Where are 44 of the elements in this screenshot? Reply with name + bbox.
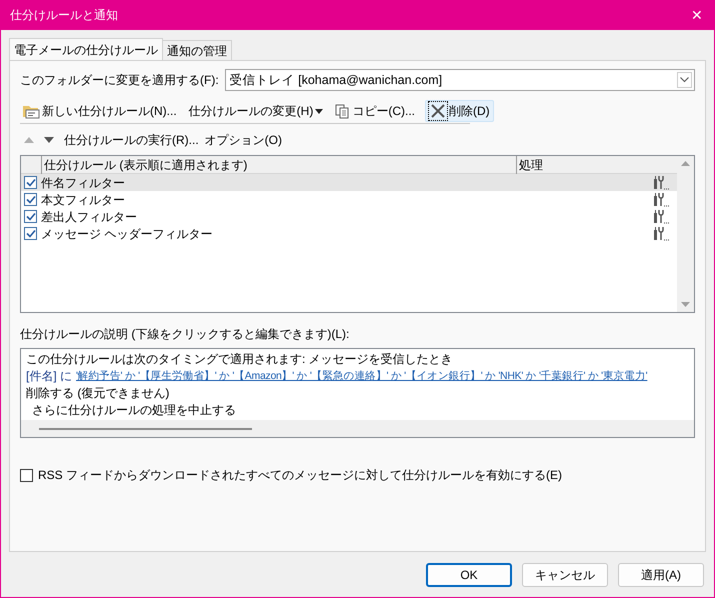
toolbar-button[interactable]: 仕分けルールの変更(H) xyxy=(186,100,326,122)
rule-name: メッセージ ヘッダーフィルター xyxy=(41,226,214,242)
section-label: 仕分けルールの説明 (下線をクリックすると編集できます)(L): xyxy=(20,326,350,343)
dropdown-value: 受信トレイ [kohama@wanichan.com] xyxy=(230,72,442,89)
rule-name: 本文フィルター xyxy=(41,192,126,208)
toolbar-button[interactable]: コピー(C)... xyxy=(333,100,418,122)
toolbar-button[interactable]: 新しい仕分けルール(N)... xyxy=(20,100,179,122)
checkbox[interactable] xyxy=(20,468,33,482)
horizontal-scrollbar[interactable] xyxy=(21,420,694,437)
tools-icon xyxy=(653,226,669,241)
toolbar-button[interactable]: 仕分けルールの実行(R)... xyxy=(64,131,199,149)
description-line: この仕分けルールは次のタイミングで適用されます: メッセージを受信したとき xyxy=(26,351,454,368)
dialog-button[interactable]: キャンセル xyxy=(522,563,608,587)
dialog-button[interactable]: 適用(A) xyxy=(618,563,704,587)
tools-icon xyxy=(653,192,669,207)
tools-icon xyxy=(653,175,669,190)
description-line: 削除する (復元できません) xyxy=(26,385,170,402)
rule-name: 差出人フィルター xyxy=(41,208,138,226)
window-title: 仕分けルールと通知 xyxy=(10,7,118,24)
condition-link[interactable]: '解約予告' か '【厚生労働省】' か '【Amazon】' か '【緊急の連絡】' か '【イオン銀行】' か 'NHK' か '千葉銀行' か '東京電力' xyxy=(76,368,648,385)
tab[interactable]: 電子メールの仕分けルール xyxy=(9,38,163,60)
condition-label: [件名] に xyxy=(26,368,72,385)
folder-dropdown[interactable]: 受信トレイ [kohama@wanichan.com] xyxy=(224,69,695,91)
checkbox[interactable] xyxy=(24,193,37,206)
toolbar-button[interactable]: 削除(D) xyxy=(425,100,494,122)
checkbox[interactable] xyxy=(24,176,37,189)
tab[interactable]: 通知の管理 xyxy=(163,40,232,60)
checkbox-label: RSS フィードからダウンロードされたすべてのメッセージに対して仕分けルールを有効にする(E) xyxy=(38,467,562,484)
close-icon xyxy=(429,102,448,120)
checkbox[interactable] xyxy=(24,210,37,223)
dialog-button[interactable]: OK xyxy=(426,563,512,587)
folder-icon xyxy=(22,103,40,119)
rule-name: 件名フィルター xyxy=(41,174,126,192)
field-label: このフォルダーに変更を適用する(F): xyxy=(20,72,219,89)
close-icon[interactable]: ✕ xyxy=(691,4,703,26)
down-arrow-icon[interactable] xyxy=(44,136,54,144)
checkbox[interactable] xyxy=(24,227,37,240)
toolbar-button[interactable]: オプション(O) xyxy=(204,131,282,149)
caret-icon xyxy=(315,108,324,114)
rule-row[interactable]: 件名フィルター xyxy=(21,174,677,191)
tools-icon xyxy=(653,209,669,224)
copy-icon xyxy=(335,104,350,118)
chevron-icon[interactable] xyxy=(677,72,692,88)
description-line: さらに仕分けルールの処理を中止する xyxy=(31,402,237,419)
